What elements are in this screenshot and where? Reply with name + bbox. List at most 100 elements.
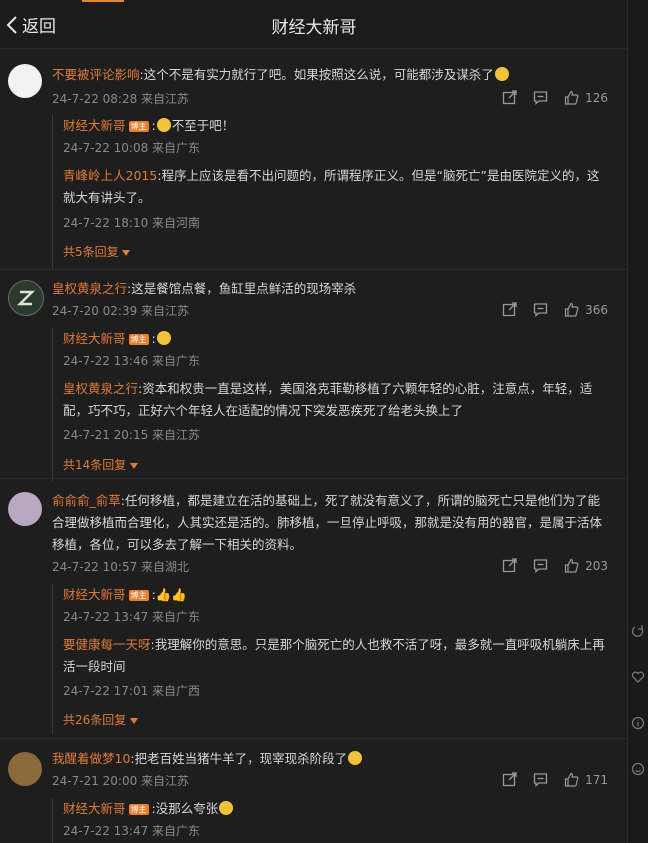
avatar[interactable] xyxy=(8,64,42,98)
comment-button[interactable] xyxy=(533,558,548,573)
like-icon xyxy=(564,558,579,573)
sidebar-share-icon[interactable] xyxy=(631,624,645,638)
like-icon xyxy=(564,90,579,105)
divider xyxy=(0,478,628,479)
comment-feed: 不要被评论影响:这个不是有实力就行了吧。如果按照这么说，可能都涉及谋杀了 24-… xyxy=(0,48,628,843)
emoji-icon xyxy=(348,751,363,765)
like-count: 126 xyxy=(585,90,608,105)
reply-meta: 24-7-22 13:47 来自广东 xyxy=(63,824,201,838)
more-replies-link[interactable]: 共5条回复 xyxy=(63,243,131,260)
comment-actions: 366 xyxy=(486,302,608,317)
comment-item: 我醒着做梦10:把老百姓当猪牛羊了，现宰现杀阶段了 24-7-21 20:00 … xyxy=(0,748,628,843)
comment-meta: 24-7-22 10:57 来自湖北 xyxy=(52,560,190,574)
comment-actions: 126 xyxy=(486,90,608,105)
reply-item: 财经大新哥 博主: 不至于吧！ xyxy=(63,118,235,133)
sidebar-info-icon[interactable] xyxy=(631,716,645,730)
avatar[interactable] xyxy=(8,280,44,316)
reply-meta: 24-7-22 17:01 来自广西 xyxy=(63,684,201,698)
share-icon xyxy=(502,772,517,787)
like-button[interactable]: 171 xyxy=(564,772,608,787)
reply-box: 财经大新哥 博主:没那么夸张 24-7-22 13:47 来自广东 xyxy=(52,798,623,843)
thumbs-up-icon: 👍👍 xyxy=(155,587,187,602)
reply-username[interactable]: 财经大新哥 xyxy=(63,331,126,346)
reply-username[interactable]: 财经大新哥 xyxy=(63,801,126,816)
reply-box: 财经大新哥 博主: 24-7-22 13:46 来自广东 皇权黄泉之行:资本和权贵… xyxy=(52,328,623,481)
more-replies-link[interactable]: 共14条回复 xyxy=(63,456,139,473)
share-button[interactable] xyxy=(502,90,517,105)
comment-button[interactable] xyxy=(533,90,548,105)
like-button[interactable]: 366 xyxy=(564,302,608,317)
reply-username[interactable]: 财经大新哥 xyxy=(63,118,126,133)
comment-username[interactable]: 我醒着做梦10 xyxy=(52,751,130,766)
comment-text: 我醒着做梦10:把老百姓当猪牛羊了，现宰现杀阶段了 xyxy=(52,748,612,770)
reply-meta: 24-7-22 13:47 来自广东 xyxy=(63,610,201,624)
emoji-icon xyxy=(494,67,509,81)
chevron-down-icon xyxy=(122,250,131,256)
divider xyxy=(0,738,628,739)
reply-username[interactable]: 青峰岭上人2015 xyxy=(63,168,157,183)
more-replies-link[interactable]: 共26条回复 xyxy=(63,711,139,728)
comment-body: :任何移植，都是建立在活的基础上，死了就没有意义了，所谓的脑死亡只是他们为了能合… xyxy=(52,493,603,552)
like-count: 171 xyxy=(585,772,608,787)
avatar[interactable] xyxy=(8,752,42,786)
emoji-icon xyxy=(156,118,171,132)
avatar[interactable] xyxy=(8,492,42,526)
comment-item: 俞俞俞_俞草:任何移植，都是建立在活的基础上，死了就没有意义了，所谓的脑死亡只是… xyxy=(0,488,628,738)
comment-username[interactable]: 俞俞俞_俞草 xyxy=(52,493,121,508)
more-replies-label: 共26条回复 xyxy=(63,713,127,727)
comment-icon xyxy=(533,91,548,105)
like-button[interactable]: 203 xyxy=(564,558,608,573)
comment-button[interactable] xyxy=(533,772,548,787)
share-button[interactable] xyxy=(502,772,517,787)
active-tab-indicator xyxy=(82,0,124,2)
sidebar-feedback-icon[interactable] xyxy=(631,762,645,776)
comment-text: 不要被评论影响:这个不是有实力就行了吧。如果按照这么说，可能都涉及谋杀了 xyxy=(52,64,612,86)
divider xyxy=(0,269,628,270)
emoji-icon xyxy=(156,331,171,345)
blogger-badge: 博主 xyxy=(128,334,149,345)
chevron-down-icon xyxy=(130,463,139,469)
reply-item: 青峰岭上人2015:程序上应该是看不出问题的，所谓程序正义。但是“脑死亡”是由医… xyxy=(63,165,608,209)
page-title: 财经大新哥 xyxy=(271,18,357,38)
reply-item: 财经大新哥 博主:没那么夸张 xyxy=(63,798,608,820)
more-replies-label: 共5条回复 xyxy=(63,245,119,259)
more-replies-label: 共14条回复 xyxy=(63,458,127,472)
reply-item: 财经大新哥 博主: xyxy=(63,328,608,350)
comment-username[interactable]: 不要被评论影响 xyxy=(52,67,140,82)
reply-item: 财经大新哥 博主:👍👍 xyxy=(63,587,187,602)
comment-actions: 171 xyxy=(486,772,608,787)
top-bar: 返回 财经大新哥 xyxy=(0,0,628,49)
comment-button[interactable] xyxy=(533,302,548,317)
reply-body: :资本和权贵一直是这样，美国洛克菲勒移植了六颗年轻的心脏，注意点，年轻，适配，巧… xyxy=(63,381,593,418)
reply-meta: 24-7-22 10:08 来自广东 xyxy=(63,141,201,155)
reply-meta: 24-7-22 13:46 来自广东 xyxy=(63,354,201,368)
reply-body: :没那么夸张 xyxy=(151,801,219,816)
like-count: 366 xyxy=(585,302,608,317)
reply-username[interactable]: 要健康每一天呀 xyxy=(63,637,151,652)
like-count: 203 xyxy=(585,558,608,573)
share-icon xyxy=(502,558,517,573)
blogger-badge: 博主 xyxy=(128,121,149,132)
reply-body: 不至于吧！ xyxy=(171,118,235,133)
reply-box: 财经大新哥 博主:👍👍 24-7-22 13:47 来自广东 要健康每一天呀:我理… xyxy=(52,584,623,734)
share-button[interactable] xyxy=(502,302,517,317)
comment-icon xyxy=(533,303,548,317)
comment-body: :这是餐馆点餐，鱼缸里点鲜活的现场宰杀 xyxy=(127,281,357,296)
share-button[interactable] xyxy=(502,558,517,573)
comment-username[interactable]: 皇权黄泉之行 xyxy=(52,281,127,296)
like-button[interactable]: 126 xyxy=(564,90,608,105)
comment-body: :把老百姓当猪牛羊了，现宰现杀阶段了 xyxy=(130,751,348,766)
reply-box: 财经大新哥 博主: 不至于吧！ 24-7-22 10:08 来自广东 青峰岭上人20… xyxy=(52,115,623,268)
reply-meta: 24-7-21 20:15 来自江苏 xyxy=(63,428,201,442)
reply-username[interactable]: 皇权黄泉之行 xyxy=(63,381,138,396)
blogger-badge: 博主 xyxy=(128,590,149,601)
chevron-down-icon xyxy=(130,718,139,724)
comment-item: 皇权黄泉之行:这是餐馆点餐，鱼缸里点鲜活的现场宰杀 24-7-20 02:39 … xyxy=(0,276,628,481)
avatar-logo-icon xyxy=(16,290,36,306)
sidebar-like-icon[interactable] xyxy=(631,670,645,684)
share-icon xyxy=(502,90,517,105)
reply-username[interactable]: 财经大新哥 xyxy=(63,587,126,602)
reply-item: 要健康每一天呀:我理解你的意思。只是那个脑死亡的人也救不活了呀，最多就一直呼吸机… xyxy=(63,634,608,678)
comment-body: :这个不是有实力就行了吧。如果按照这么说，可能都涉及谋杀了 xyxy=(139,67,494,82)
comment-icon xyxy=(533,773,548,787)
